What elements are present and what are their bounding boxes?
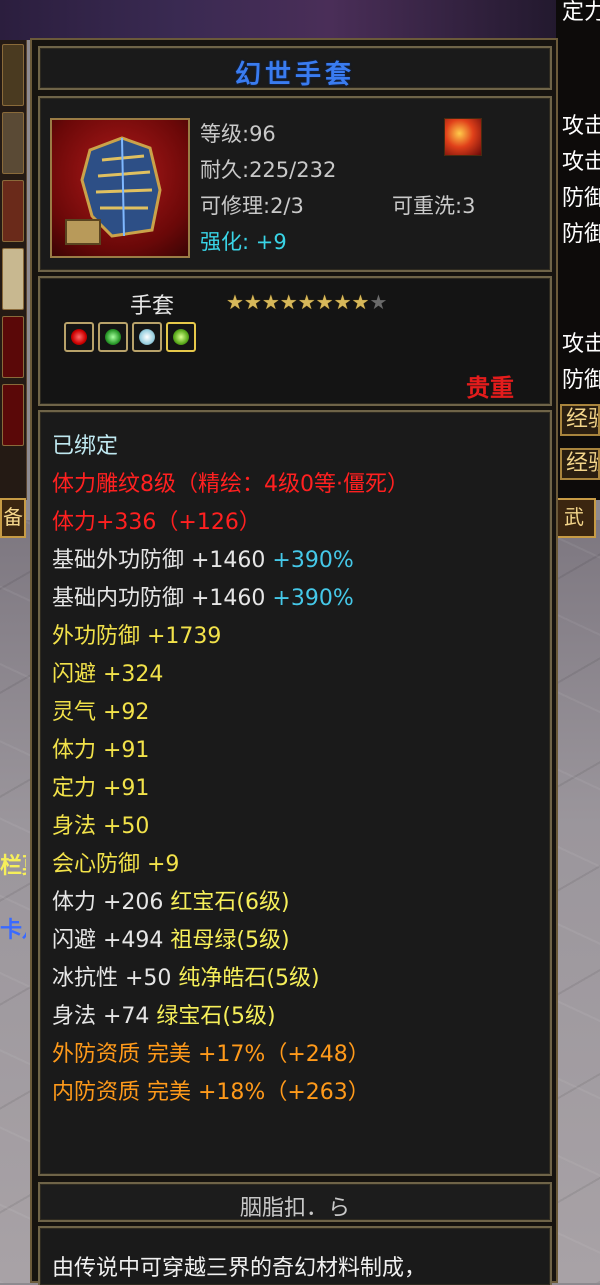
player-name: 卡八 <box>0 918 26 943</box>
panel-stat-label: 攻击 <box>562 114 600 139</box>
panel-stat-label: 攻击 <box>562 150 600 175</box>
panel-stat-label: 攻击 <box>562 332 600 357</box>
attribute-line: 基础内功防御 +1460 +390% <box>52 584 354 614</box>
item-level: 等级:96 <box>200 122 276 146</box>
item-repairable: 可修理:2/3 <box>200 194 304 218</box>
attribute-line: 身法 +50 <box>52 814 150 839</box>
equip-slot[interactable] <box>2 112 24 174</box>
attribute-text: 体力 +206 <box>52 890 164 915</box>
gem-attribute-line: 体力 +206 红宝石(6级) <box>52 888 290 918</box>
red-gem-icon[interactable] <box>64 322 94 352</box>
item-name: 幻世手套 <box>234 60 355 90</box>
gauntlet-icon[interactable] <box>50 118 190 258</box>
equip-slot[interactable] <box>2 44 24 106</box>
equipment-slot-strip <box>0 40 27 500</box>
lime-gem-icon[interactable] <box>166 322 196 352</box>
equip-slot[interactable] <box>2 248 24 310</box>
panel-stat-label: 防御 <box>562 222 600 247</box>
attribute-line: 基础外功防御 +1460 +390% <box>52 546 354 576</box>
attribute-line: 体力+336（+126） <box>52 510 261 535</box>
gem-attribute-line: 冰抗性 +50 纯净皓石(5级) <box>52 964 320 994</box>
item-enhance: 强化: +9 <box>200 230 287 254</box>
attribute-text: 闪避 +494 <box>52 928 164 953</box>
item-rewashable: 可重洗:3 <box>392 194 476 218</box>
item-tooltip: 幻世手套 等级:96 耐久:225/232 可修理:2/3 可重洗:3 强化: … <box>30 38 558 1285</box>
gem-sockets <box>64 322 200 356</box>
gem-name: 绿宝石(5级) <box>156 1004 276 1029</box>
panel-stat-label: 防御 <box>562 368 600 393</box>
item-durability: 耐久:225/232 <box>200 158 337 182</box>
white-gem-icon[interactable] <box>132 322 162 352</box>
gem-attribute-line: 身法 +74 绿宝石(5级) <box>52 1002 276 1032</box>
quality-line: 内防资质 完美 +18%（+263） <box>52 1080 370 1105</box>
gem-name: 纯净皓石(5级) <box>178 966 320 991</box>
equip-slot[interactable] <box>2 384 24 446</box>
attribute-text: 基础外功防御 +1460 <box>52 548 266 573</box>
exp-button[interactable]: 经验 <box>560 404 600 436</box>
panel-stat-label: 定力 <box>562 0 600 25</box>
attribute-line: 体力 +91 <box>52 738 150 763</box>
item-attributes: 已绑定 体力雕纹8级（精绘：4级0等·僵死） 体力+336（+126） 基础外功… <box>38 410 552 1176</box>
weapon-tab[interactable]: 武 <box>556 498 596 538</box>
item-info-panel: 等级:96 耐久:225/232 可修理:2/3 可重洗:3 强化: +9 <box>38 96 552 272</box>
gem-attribute-line: 闪避 +494 祖母绿(5级) <box>52 926 290 956</box>
crafter-bar: 胭脂扣．ら <box>38 1182 552 1222</box>
attribute-line: 闪避 +324 <box>52 662 164 687</box>
star-filled-icons: ★★★★★★★★ <box>226 290 370 314</box>
description-panel: 由传说中可穿越三界的奇幻材料制成， <box>38 1226 552 1285</box>
attribute-bonus: +390% <box>272 586 354 611</box>
star-rating: ★★★★★★★★★ <box>226 290 387 314</box>
weapon-tab-label: 武 <box>564 505 584 529</box>
item-type: 手套 <box>130 294 175 319</box>
attribute-bonus: +390% <box>272 548 354 573</box>
player-name: 栏莫 <box>0 854 26 879</box>
equip-slot[interactable] <box>2 316 24 378</box>
attribute-line: 外功防御 +1739 <box>52 624 222 649</box>
bound-status: 已绑定 <box>52 434 119 459</box>
equip-slot[interactable] <box>2 180 24 242</box>
exp-button[interactable]: 经验 <box>560 448 600 480</box>
quality-line: 外防资质 完美 +17%（+248） <box>52 1042 370 1067</box>
attribute-line: 体力雕纹8级（精绘：4级0等·僵死） <box>52 472 409 497</box>
item-description: 由传说中可穿越三界的奇幻材料制成， <box>52 1256 427 1281</box>
attribute-line: 定力 +91 <box>52 776 150 801</box>
scene-sky <box>0 0 600 40</box>
attribute-text: 冰抗性 +50 <box>52 966 172 991</box>
gem-name: 红宝石(6级) <box>170 890 290 915</box>
item-rarity: 贵重 <box>466 374 514 402</box>
tooltip-title-bar: 幻世手套 <box>38 46 552 90</box>
attribute-line: 灵气 +92 <box>52 700 150 725</box>
green-gem-icon[interactable] <box>98 322 128 352</box>
gem-name: 祖母绿(5级) <box>170 928 290 953</box>
item-type-panel: 手套 ★★★★★★★★★ 贵重 <box>38 276 552 406</box>
equip-tab[interactable]: 备 <box>0 498 26 538</box>
attribute-line: 会心防御 +9 <box>52 852 180 877</box>
flame-badge-icon <box>444 118 482 156</box>
attribute-text: 基础内功防御 +1460 <box>52 586 266 611</box>
crafter-name: 胭脂扣．ら <box>239 1196 350 1221</box>
star-empty-icon: ★ <box>369 290 388 314</box>
attribute-text: 身法 +74 <box>52 1004 150 1029</box>
panel-stat-label: 防御 <box>562 186 600 211</box>
